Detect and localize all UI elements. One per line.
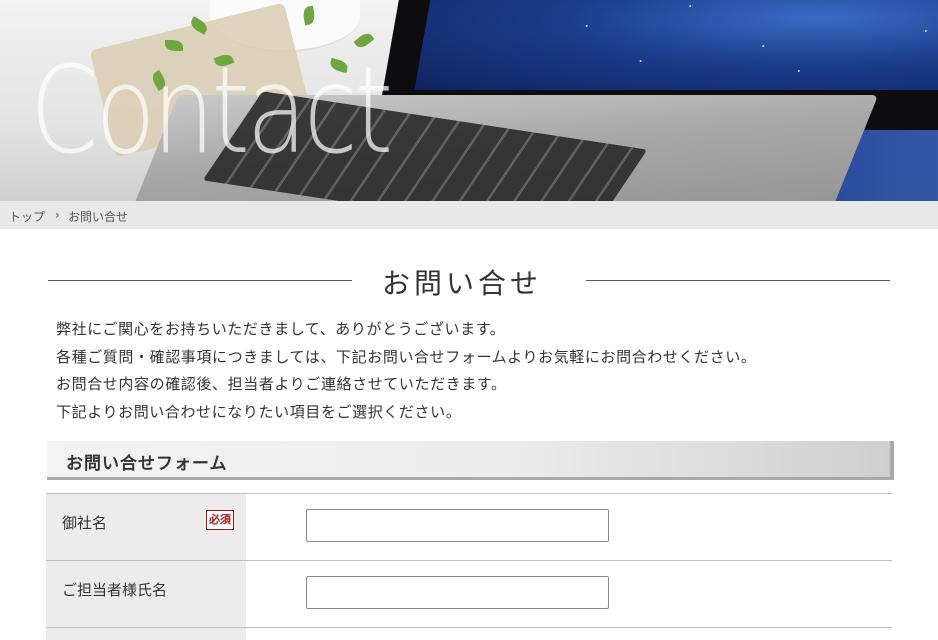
laptop-screen: [414, 0, 938, 90]
page-title: お問い合せ: [382, 267, 543, 300]
form-row-next: [46, 627, 892, 640]
label-cell: [46, 628, 246, 640]
section-heading: お問い合せ: [48, 260, 890, 300]
heading-divider-left: [48, 280, 352, 281]
breadcrumb-home-link[interactable]: トップ: [9, 208, 45, 225]
intro-text: 弊社にご関心をお持ちいただきまして、ありがとうございます。 各種ご質問・確認事項…: [56, 316, 757, 426]
contact-form-table: 御社名 必須 ご担当者様氏名: [46, 493, 892, 640]
form-row-company: 御社名 必須: [46, 493, 892, 560]
contact-person-label: ご担当者様氏名: [62, 581, 168, 599]
heading-divider-right: [586, 280, 890, 281]
contact-person-input[interactable]: [306, 576, 609, 609]
label-cell: 御社名 必須: [46, 494, 246, 560]
intro-line: 各種ご質問・確認事項につきましては、下記お問い合せフォームよりお気軽にお問合わせ…: [56, 347, 757, 366]
intro-line: 下記よりお問い合わせになりたい項目をご選択ください。: [56, 402, 462, 421]
breadcrumb: トップ › お問い合せ: [0, 201, 938, 229]
breadcrumb-separator-icon: ›: [55, 208, 60, 222]
intro-line: お問合せ内容の確認後、担当者よりご連絡させていただきます。: [56, 375, 507, 393]
required-badge: 必須: [206, 510, 234, 530]
company-name-input[interactable]: [306, 509, 609, 542]
form-title: お問い合せフォーム: [66, 454, 228, 474]
breadcrumb-current: お問い合せ: [68, 210, 129, 224]
form-row-contact-person: ご担当者様氏名: [46, 560, 892, 627]
company-label: 御社名: [62, 514, 108, 532]
form-header: お問い合せフォーム: [47, 441, 894, 480]
hero-banner: Contact: [0, 0, 938, 201]
intro-line: 弊社にご関心をお持ちいただきまして、ありがとうございます。: [56, 320, 506, 338]
hero-title: Contact: [30, 42, 393, 181]
label-cell: ご担当者様氏名: [46, 561, 246, 627]
